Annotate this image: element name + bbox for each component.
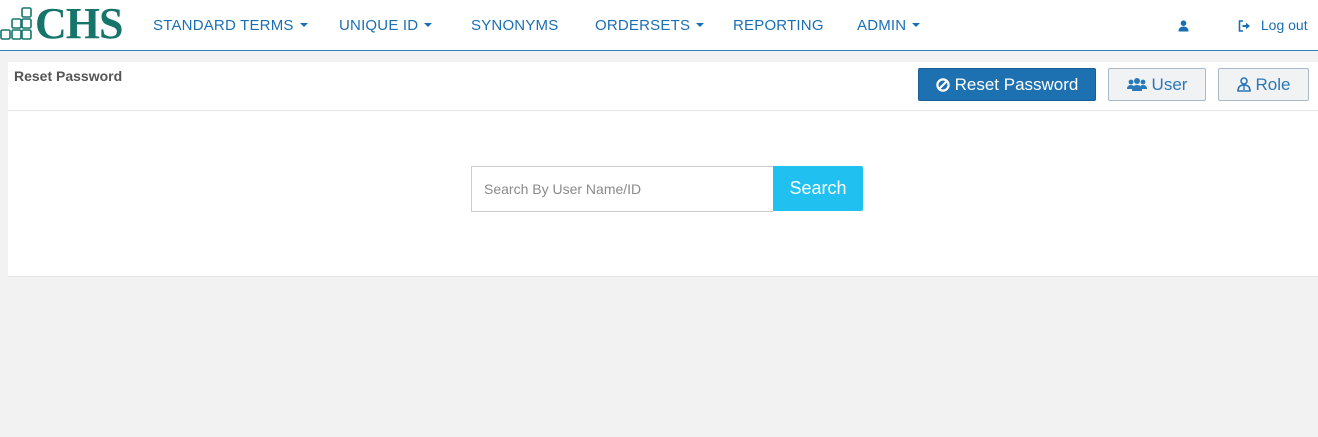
panel-header: Reset Password Reset Password User Role bbox=[8, 62, 1318, 111]
nav-label: REPORTING bbox=[733, 17, 824, 34]
chs-logo[interactable]: CHS bbox=[0, 0, 123, 48]
logo-text: CHS bbox=[35, 0, 123, 48]
reset-password-label: Reset Password bbox=[954, 74, 1079, 94]
nav-label: ADMIN bbox=[857, 17, 907, 34]
nav-unique-id[interactable]: UNIQUE ID bbox=[339, 17, 433, 34]
nav-label: ORDERSETS bbox=[595, 17, 691, 34]
logout-label: Log out bbox=[1260, 17, 1308, 33]
user-search-input[interactable] bbox=[471, 166, 773, 212]
logout-link[interactable]: Log out bbox=[1238, 17, 1308, 33]
user-button[interactable]: User bbox=[1108, 68, 1206, 101]
role-button[interactable]: Role bbox=[1218, 68, 1309, 101]
nav-ordersets[interactable]: ORDERSETS bbox=[595, 17, 705, 34]
nav-standard-terms[interactable]: STANDARD TERMS bbox=[153, 17, 308, 34]
page-title: Reset Password bbox=[14, 68, 123, 84]
reset-password-panel: Reset Password Reset Password User Role … bbox=[8, 62, 1318, 277]
reset-password-button[interactable]: Reset Password bbox=[918, 68, 1096, 101]
caret-down-icon bbox=[912, 23, 921, 28]
nav-label: SYNONYMS bbox=[471, 17, 559, 34]
top-navbar: CHS STANDARD TERMS UNIQUE ID SYNONYMS OR… bbox=[0, 0, 1318, 51]
logo-blocks-icon bbox=[0, 7, 32, 40]
user-profile-link[interactable] bbox=[1178, 17, 1189, 33]
nav-reporting[interactable]: REPORTING bbox=[733, 17, 824, 34]
ban-circle-icon bbox=[935, 77, 950, 92]
users-icon bbox=[1126, 78, 1147, 91]
nav-label: UNIQUE ID bbox=[339, 17, 419, 34]
user-role-icon bbox=[1236, 77, 1251, 92]
sign-out-icon bbox=[1238, 20, 1250, 32]
caret-down-icon bbox=[424, 23, 433, 28]
nav-synonyms[interactable]: SYNONYMS bbox=[471, 17, 558, 34]
role-button-label: Role bbox=[1255, 74, 1291, 94]
caret-down-icon bbox=[299, 23, 308, 28]
user-icon bbox=[1178, 20, 1189, 32]
user-button-label: User bbox=[1151, 74, 1188, 94]
nav-admin[interactable]: ADMIN bbox=[857, 17, 921, 34]
nav-label: STANDARD TERMS bbox=[153, 17, 294, 34]
caret-down-icon bbox=[696, 23, 705, 28]
search-button[interactable]: Search bbox=[773, 166, 863, 211]
